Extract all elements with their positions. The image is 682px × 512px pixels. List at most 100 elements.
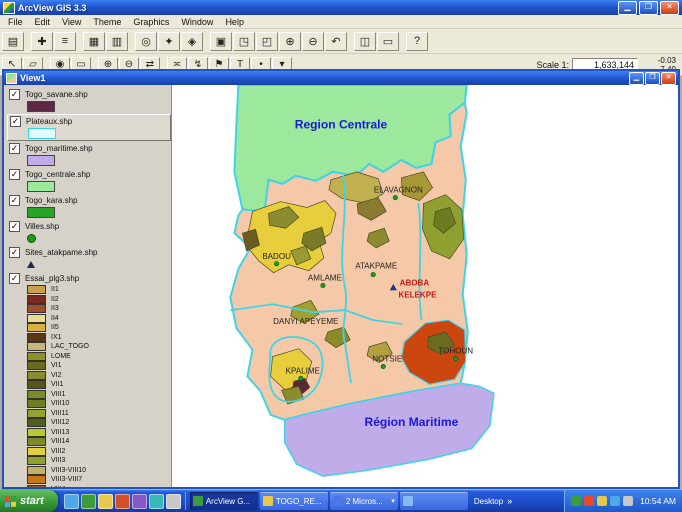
quick-launch-icon-6[interactable] bbox=[149, 494, 164, 509]
map-label-elavagnon: ELAVAGNON bbox=[374, 186, 423, 195]
theme-visibility-checkbox[interactable]: ✓ bbox=[9, 221, 20, 232]
find-button[interactable]: ◎ bbox=[135, 32, 157, 51]
task-button-icon bbox=[263, 496, 273, 506]
theme-label: Essai_plg3.shp bbox=[25, 274, 79, 283]
class-swatch bbox=[27, 314, 46, 323]
menu-file[interactable]: File bbox=[2, 17, 29, 27]
task-button-arcview-g-[interactable]: ArcView G... bbox=[190, 492, 258, 510]
theme-visibility-checkbox[interactable]: ✓ bbox=[10, 116, 21, 127]
legend-class-ix1: IX1 bbox=[27, 333, 171, 343]
class-swatch bbox=[27, 304, 46, 313]
theme-properties-button[interactable]: ≡ bbox=[54, 32, 76, 51]
theme-label: Togo_centrale.shp bbox=[25, 170, 90, 179]
view1-titlebar[interactable]: View1 ▁ ❐ ✕ bbox=[4, 71, 678, 85]
app-titlebar: ArcView GIS 3.3 ▁ ❐ ✕ bbox=[0, 0, 682, 15]
legend-theme-essai_plg3-shp[interactable]: ✓ Essai_plg3.shp bbox=[7, 272, 171, 284]
add-theme-button[interactable]: ✚ bbox=[31, 32, 53, 51]
desktop-label: Desktop bbox=[474, 497, 503, 506]
class-label: VIII3 bbox=[51, 457, 65, 464]
legend-theme-togo_kara-shp[interactable]: ✓Togo_kara.shp bbox=[7, 194, 171, 219]
locate-address-button[interactable]: ✦ bbox=[158, 32, 180, 51]
theme-visibility-checkbox[interactable]: ✓ bbox=[9, 143, 20, 154]
class-swatch bbox=[27, 285, 46, 294]
legend-class-viii14: VIII14 bbox=[27, 437, 171, 447]
map-svg[interactable]: Region CentraleELAVAGNONBADOUATAKPAMEAML… bbox=[172, 85, 678, 487]
view-minimize-button[interactable]: ▁ bbox=[629, 72, 644, 85]
legend-theme-sites_atakpame-shp[interactable]: ✓Sites_atakpame.shp bbox=[7, 246, 171, 271]
tray-icon-2[interactable] bbox=[584, 496, 594, 506]
edit-legend-button[interactable]: ▦ bbox=[83, 32, 105, 51]
tray-icon-3[interactable] bbox=[597, 496, 607, 506]
menu-help[interactable]: Help bbox=[219, 17, 250, 27]
view-close-button[interactable]: ✕ bbox=[661, 72, 676, 85]
start-button[interactable]: start bbox=[0, 490, 58, 512]
menu-window[interactable]: Window bbox=[175, 17, 219, 27]
legend-class-viii4: VIII4 bbox=[27, 485, 171, 488]
coordinate-x: -0.03 bbox=[658, 56, 676, 65]
theme-swatch bbox=[27, 155, 55, 166]
close-button[interactable]: ✕ bbox=[660, 1, 679, 15]
quick-launch-icon-4[interactable] bbox=[115, 494, 130, 509]
quick-launch-icon-7[interactable] bbox=[166, 494, 181, 509]
class-swatch bbox=[27, 323, 46, 332]
zoom-previous-button[interactable]: ↶ bbox=[325, 32, 347, 51]
theme-swatch bbox=[27, 207, 55, 218]
theme-visibility-checkbox[interactable]: ✓ bbox=[9, 89, 20, 100]
save-project-button[interactable]: ▤ bbox=[2, 32, 24, 51]
view1-window: View1 ▁ ❐ ✕ ✓Togo_savane.shp✓Plateaux.sh… bbox=[2, 69, 680, 489]
legend-theme-togo_savane-shp[interactable]: ✓Togo_savane.shp bbox=[7, 88, 171, 113]
tray-icon-1[interactable] bbox=[571, 496, 581, 506]
query-builder-button[interactable]: ◈ bbox=[181, 32, 203, 51]
map-canvas[interactable]: Region CentraleELAVAGNONBADOUATAKPAMEAML… bbox=[172, 85, 678, 487]
desktop-toolbar[interactable]: Desktop » bbox=[474, 496, 512, 506]
map-label-badou: BADOU bbox=[262, 252, 291, 261]
legend-class-ii3: II3 bbox=[27, 304, 171, 314]
select-features-button[interactable]: ◫ bbox=[354, 32, 376, 51]
quick-launch-icon-5[interactable] bbox=[132, 494, 147, 509]
theme-label: Plateaux.shp bbox=[26, 117, 72, 126]
zoom-in-button[interactable]: ⊕ bbox=[279, 32, 301, 51]
zoom-out-button[interactable]: ⊖ bbox=[302, 32, 324, 51]
system-tray: 10:54 AM bbox=[564, 490, 682, 512]
class-swatch bbox=[27, 409, 46, 418]
legend-theme-villes-shp[interactable]: ✓Villes.shp bbox=[7, 220, 171, 245]
class-swatch bbox=[27, 447, 46, 456]
zoom-full-extent-button[interactable]: ▣ bbox=[210, 32, 232, 51]
zoom-selected-button[interactable]: ◰ bbox=[256, 32, 278, 51]
theme-visibility-checkbox[interactable]: ✓ bbox=[9, 195, 20, 206]
quick-launch-icon-2[interactable] bbox=[81, 494, 96, 509]
task-button-blank[interactable] bbox=[400, 492, 468, 510]
view-restore-button[interactable]: ❐ bbox=[645, 72, 660, 85]
menu-view[interactable]: View bbox=[56, 17, 87, 27]
theme-visibility-checkbox[interactable]: ✓ bbox=[9, 247, 20, 258]
open-theme-table-button[interactable]: ▥ bbox=[106, 32, 128, 51]
legend-theme-plateaux-shp[interactable]: ✓ Plateaux.shp bbox=[7, 114, 171, 141]
tray-icon-5[interactable] bbox=[623, 496, 633, 506]
zoom-active-theme-button[interactable]: ◳ bbox=[233, 32, 255, 51]
tray-icon-4[interactable] bbox=[610, 496, 620, 506]
class-label: VIII14 bbox=[51, 438, 69, 445]
theme-visibility-checkbox[interactable]: ✓ bbox=[9, 169, 20, 180]
class-label: VI2 bbox=[51, 372, 62, 379]
menu-graphics[interactable]: Graphics bbox=[127, 17, 175, 27]
task-button-togo_re-[interactable]: TOGO_RE... bbox=[260, 492, 328, 510]
chevron-icon[interactable]: » bbox=[507, 496, 512, 506]
legend-theme-togo_centrale-shp[interactable]: ✓ Togo_centrale.shp bbox=[7, 168, 171, 193]
legend-theme-togo_maritime-shp[interactable]: ✓Togo_maritime.shp bbox=[7, 142, 171, 167]
class-swatch bbox=[27, 361, 46, 370]
maximize-button[interactable]: ❐ bbox=[639, 1, 658, 15]
quick-launch-icon-3[interactable] bbox=[98, 494, 113, 509]
clear-selection-button[interactable]: ▭ bbox=[377, 32, 399, 51]
menu-theme[interactable]: Theme bbox=[87, 17, 127, 27]
minimize-button[interactable]: ▁ bbox=[618, 1, 637, 15]
quick-launch-icon-1[interactable] bbox=[64, 494, 79, 509]
help-button[interactable]: ? bbox=[406, 32, 428, 51]
legend-class-viii3-viii7: VIII3-VIII7 bbox=[27, 475, 171, 485]
menu-edit[interactable]: Edit bbox=[29, 17, 57, 27]
class-swatch bbox=[27, 466, 46, 475]
class-label: II5 bbox=[51, 324, 59, 331]
theme-visibility-checkbox[interactable]: ✓ bbox=[9, 273, 20, 284]
scale-label: Scale 1: bbox=[536, 60, 569, 70]
task-button-2-micros-[interactable]: 2 Micros...▾ bbox=[330, 492, 398, 510]
view-icon bbox=[6, 73, 17, 84]
